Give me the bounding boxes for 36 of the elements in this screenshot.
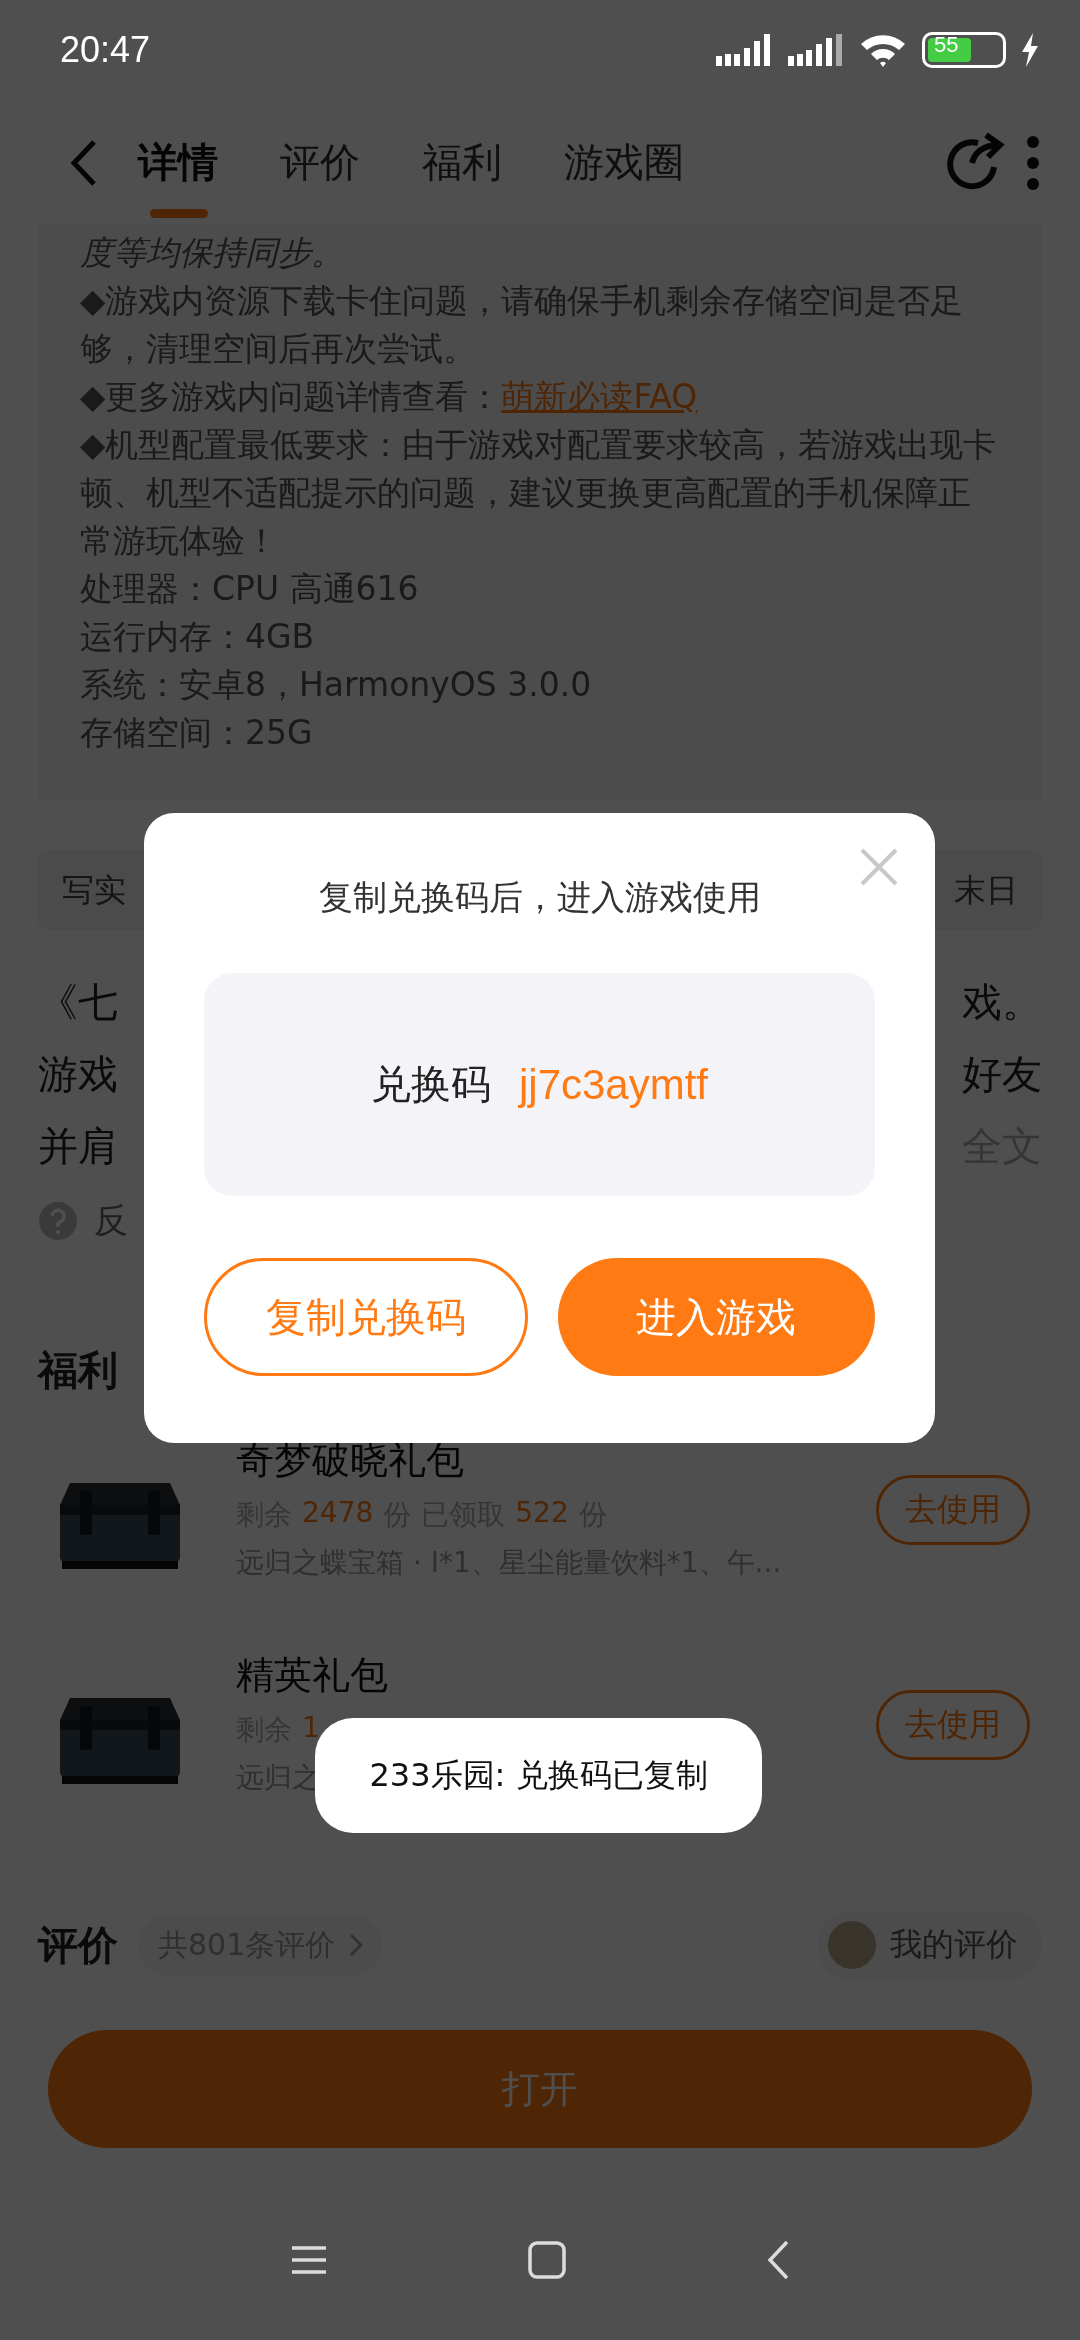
- tab[interactable]: 福利: [422, 135, 502, 190]
- menu-icon[interactable]: [290, 2244, 328, 2276]
- faq-link[interactable]: 萌新必读FAQ: [501, 377, 698, 416]
- home-icon[interactable]: [528, 2241, 566, 2279]
- open-button[interactable]: 打开: [48, 2030, 1032, 2148]
- use-button[interactable]: 去使用: [876, 1690, 1030, 1760]
- gift-name: 精英礼包: [236, 1652, 388, 1699]
- close-icon[interactable]: [859, 847, 899, 887]
- avatar: [828, 1921, 876, 1969]
- battery-icon: 55: [922, 32, 1006, 68]
- description-text: 《七: [38, 978, 118, 1027]
- tab[interactable]: 游戏圈: [564, 135, 684, 190]
- tab-indicator: [150, 209, 208, 218]
- description-text: 游戏: [38, 1050, 118, 1099]
- dialog-message: 复制兑换码后，进入游戏使用: [317, 876, 762, 919]
- signal-icon: [714, 32, 772, 68]
- back-icon[interactable]: [766, 2240, 790, 2280]
- gift-name: 奇梦破晓礼包: [236, 1437, 464, 1484]
- section-title: 福利: [38, 1346, 118, 1395]
- description-text: 好友: [962, 1050, 1042, 1099]
- back-icon[interactable]: [70, 138, 98, 187]
- code-label: 兑换码: [370, 1060, 491, 1109]
- section-title: 评价: [38, 1920, 118, 1970]
- redeem-code: jj7c3aymtf: [518, 1060, 709, 1109]
- description-text: 戏。: [962, 978, 1042, 1027]
- signal-icon: [786, 32, 844, 68]
- charging-icon: [1020, 33, 1040, 67]
- description-text: 并肩: [38, 1122, 118, 1171]
- enter-game-button[interactable]: 进入游戏: [557, 1258, 875, 1376]
- chevron-icon: [349, 1933, 364, 1957]
- tab[interactable]: 详情: [138, 135, 218, 190]
- copy-code-button[interactable]: 复制兑换码: [204, 1258, 528, 1376]
- tab[interactable]: 评价: [280, 135, 360, 190]
- status-time: 20:47: [60, 29, 151, 71]
- more-icon[interactable]: [1026, 134, 1040, 191]
- use-button[interactable]: 去使用: [876, 1475, 1030, 1545]
